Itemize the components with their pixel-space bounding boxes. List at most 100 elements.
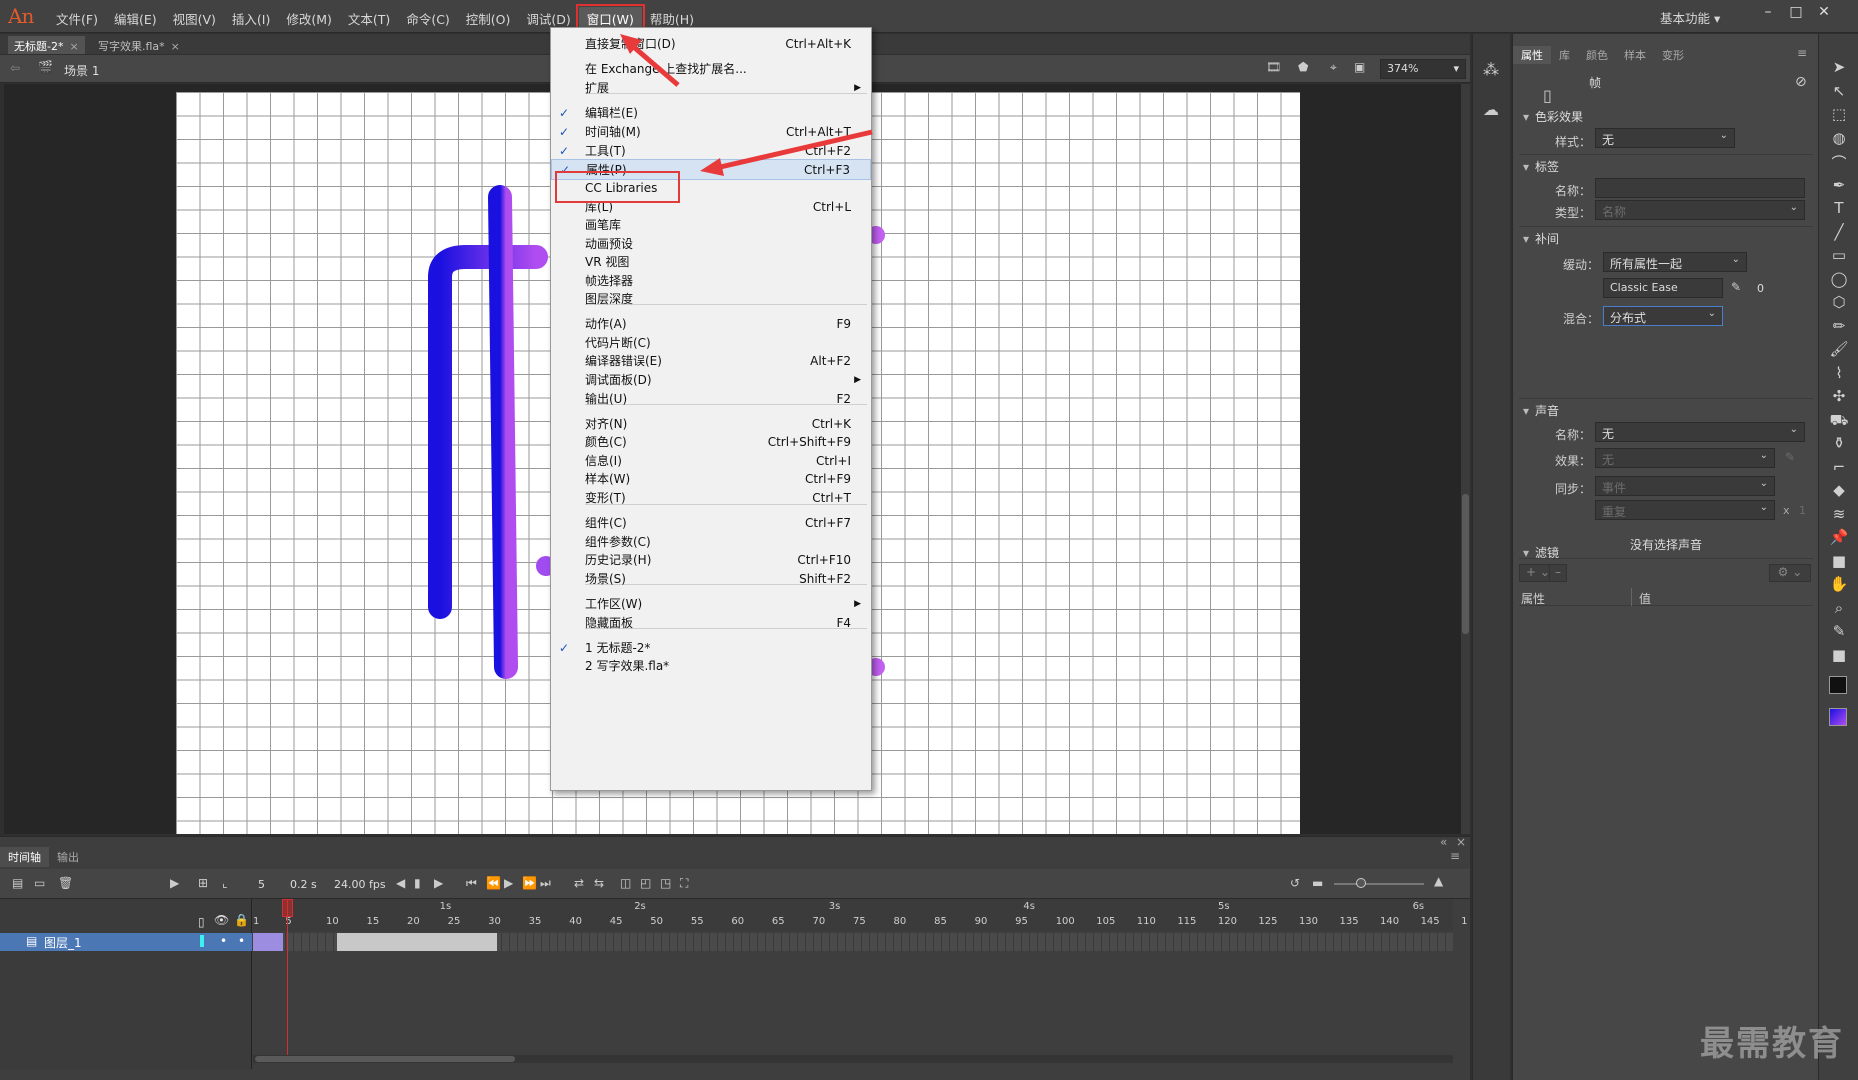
undo-icon[interactable]: ↺ <box>1290 876 1300 890</box>
visible-dot[interactable]: • <box>220 934 227 948</box>
camera-tool-icon[interactable]: ■ <box>1827 552 1851 574</box>
menu-4[interactable]: 修改(M) <box>278 7 340 30</box>
zoom-in-icon[interactable]: ▲ <box>1434 874 1443 888</box>
props-tab-2[interactable]: 颜色 <box>1578 46 1616 64</box>
window-menu-item-22[interactable]: 样本(W) Ctrl+F9 <box>551 469 871 490</box>
window-menu-item-4[interactable]: ✓ 时间轴(M) Ctrl+Alt+T <box>551 122 871 143</box>
tab-output[interactable]: 输出 <box>49 847 87 867</box>
menu-6[interactable]: 命令(C) <box>398 7 457 30</box>
props-tab-0[interactable]: 属性 <box>1513 46 1551 64</box>
close-icon[interactable]: × <box>69 40 78 53</box>
eraser-icon[interactable]: ◆ <box>1827 481 1851 503</box>
frames-row[interactable] <box>253 933 1453 951</box>
zoom-tool-icon[interactable]: ⌕ <box>1827 599 1851 621</box>
section-color-effect[interactable]: 色彩效果 <box>1523 108 1583 125</box>
window-menu-item-23[interactable]: 变形(T) Ctrl+T <box>551 488 871 509</box>
menu-1[interactable]: 编辑(E) <box>106 7 165 30</box>
edit-ease-pencil-icon[interactable]: ✎ <box>1731 280 1741 294</box>
close-icon[interactable]: × <box>1456 835 1466 849</box>
current-frame[interactable]: 5 <box>258 878 265 891</box>
help-icon[interactable]: ⊘ <box>1795 74 1807 90</box>
doc-tab-writing[interactable]: 写字效果.fla* × <box>92 36 186 54</box>
line-tool-icon[interactable]: ╱ <box>1827 223 1851 245</box>
paint-brush-icon[interactable]: 🖌 <box>1827 340 1851 362</box>
window-menu-item-28[interactable]: 工作区(W) ▶ <box>551 594 871 615</box>
scroll-thumb[interactable] <box>1462 494 1469 634</box>
lock-dot[interactable]: • <box>238 934 245 948</box>
panel-menu-icon[interactable]: ≡ <box>1450 849 1460 863</box>
minimize-button[interactable]: – <box>1758 4 1778 22</box>
center-frame-icon[interactable]: ⇆ <box>594 876 604 890</box>
subselection-tool-icon[interactable]: ↖ <box>1827 82 1851 104</box>
layer-row[interactable]: ▤ 图层_1 • • <box>0 933 252 951</box>
frame-rate[interactable]: 24.00 fps <box>334 878 386 891</box>
oval-tool-icon[interactable]: ◯ <box>1827 270 1851 292</box>
doc-tab-untitled[interactable]: 无标题-2* × <box>8 36 85 54</box>
props-tab-3[interactable]: 样本 <box>1616 46 1654 64</box>
window-menu-item-14[interactable]: 动作(A) F9 <box>551 314 871 335</box>
window-menu-item-26[interactable]: 历史记录(H) Ctrl+F10 <box>551 550 871 571</box>
bone-tool-icon[interactable]: ✣ <box>1827 387 1851 409</box>
zoom-out-icon[interactable]: ▬ <box>1312 876 1323 890</box>
width-tool-icon[interactable]: ≋ <box>1827 505 1851 527</box>
edit-multiple-icon[interactable]: ◳ <box>660 876 671 890</box>
tab-timeline[interactable]: 时间轴 <box>0 847 49 867</box>
label-name-input[interactable] <box>1595 178 1805 198</box>
step-forward-icon[interactable]: ⏩ <box>522 876 537 890</box>
filter-options-gear-icon[interactable]: ⚙ ⌄ <box>1769 564 1811 582</box>
classic-ease-button[interactable]: Classic Ease <box>1603 278 1723 298</box>
show-hide-eye-icon[interactable]: 👁 <box>214 913 229 927</box>
remove-filter-button[interactable]: – <box>1549 564 1567 582</box>
new-folder-icon[interactable]: ▭ <box>34 876 45 890</box>
window-menu-item-1[interactable]: 在 Exchange 上查找扩展名... <box>551 59 871 80</box>
timeline-ruler[interactable]: 1 5 10 15 20 25 30 35 40 45 50 55 60 65 70 75 80 85 90 95 10… <box>253 899 1467 931</box>
stage-vertical-scrollbar[interactable] <box>1461 84 1470 834</box>
section-sound[interactable]: 声音 <box>1523 402 1559 419</box>
current-time[interactable]: 0.2 s <box>290 878 317 891</box>
next-keyframe-icon[interactable]: ▶ <box>434 876 443 890</box>
center-stage-icon[interactable]: ⌖ <box>1330 60 1337 75</box>
window-menu-item-29[interactable]: 隐藏面板 F4 <box>551 613 871 634</box>
window-menu-item-24[interactable]: 组件(C) Ctrl+F7 <box>551 513 871 534</box>
menu-3[interactable]: 插入(I) <box>224 7 278 30</box>
onion-markers-icon[interactable]: ⛶ <box>680 876 688 891</box>
edit-symbol-icon[interactable]: ⬟ <box>1298 60 1308 74</box>
tween-span[interactable] <box>253 933 283 951</box>
fill-color-icon[interactable]: ■ <box>1827 646 1851 668</box>
window-menu-item-13[interactable]: 图层深度 <box>551 289 871 310</box>
prev-keyframe-icon[interactable]: ◀ <box>396 876 405 890</box>
brush-tool-icon[interactable]: ⌇ <box>1827 364 1851 386</box>
graph-icon[interactable]: ⌞ <box>222 876 228 890</box>
menu-5[interactable]: 文本(T) <box>340 7 398 30</box>
window-menu-item-17[interactable]: 调试面板(D) ▶ <box>551 370 871 391</box>
maximize-button[interactable]: □ <box>1786 4 1806 22</box>
panel-menu-icon[interactable]: ≡ <box>1797 46 1807 60</box>
paint-bucket-icon[interactable]: ⛟ <box>1827 411 1851 433</box>
last-frame-icon[interactable]: ⏭ <box>540 876 551 891</box>
delete-icon[interactable]: 🗑 <box>58 876 73 890</box>
window-menu-item-11[interactable]: VR 视图 <box>551 252 871 273</box>
window-menu-item-3[interactable]: ✓ 编辑栏(E) <box>551 103 871 124</box>
ease-select[interactable]: 所有属性一起 ⌄ <box>1603 252 1747 272</box>
pencil-tool-icon[interactable]: ✏ <box>1827 317 1851 339</box>
window-menu-item-27[interactable]: 场景(S) Shift+F2 <box>551 569 871 590</box>
props-tab-1[interactable]: 库 <box>1551 46 1578 64</box>
free-transform-icon[interactable]: ⬚ <box>1827 105 1851 127</box>
scroll-thumb[interactable] <box>255 1056 515 1062</box>
section-label[interactable]: 标签 <box>1523 158 1559 175</box>
back-arrow-icon[interactable]: ⇦ <box>10 61 20 75</box>
polystar-tool-icon[interactable]: ⬡ <box>1827 293 1851 315</box>
clip-icon[interactable]: ▣ <box>1354 60 1365 74</box>
style-select[interactable]: 无 ⌄ <box>1595 128 1735 148</box>
window-menu-item-18[interactable]: 输出(U) F2 <box>551 389 871 410</box>
window-menu-item-0[interactable]: 直接复制窗口(D) Ctrl+Alt+K <box>551 34 871 55</box>
3d-rotation-icon[interactable]: ◍ <box>1827 129 1851 151</box>
eyedropper-icon[interactable]: ⌐ <box>1827 458 1851 480</box>
lasso-tool-icon[interactable]: ⌒ <box>1827 152 1851 174</box>
step-back-icon[interactable]: ⏪ <box>486 876 501 890</box>
menu-2[interactable]: 视图(V) <box>165 7 224 30</box>
workspace-selector[interactable]: 基本功能 ▾ <box>1660 8 1720 27</box>
window-menu-item-9[interactable]: 画笔库 <box>551 215 871 236</box>
onion-outline-icon[interactable]: ◰ <box>640 876 651 890</box>
blend-select[interactable]: 分布式 ⌄ <box>1603 306 1723 326</box>
